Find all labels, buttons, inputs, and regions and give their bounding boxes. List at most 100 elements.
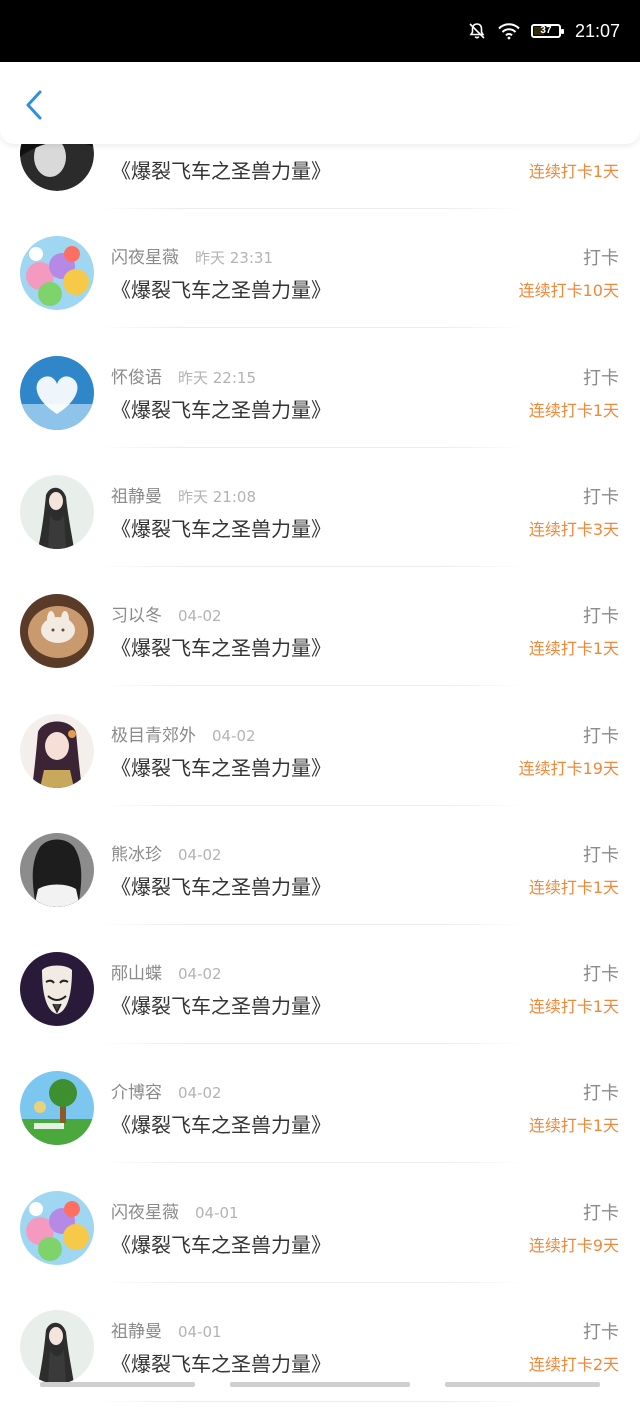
user-name: 闪夜星薇 04-01 [111,1198,239,1223]
divider [98,565,528,567]
checkin-label: 打卡 [583,367,619,389]
book-title: 《爆裂飞车之圣兽力量》 [111,1113,331,1138]
streak-badge: 连续打卡1天 [528,997,619,1017]
wifi-icon [498,23,520,40]
list-item[interactable]: 习以冬 04-02 《爆裂飞车之圣兽力量》 打卡连续打卡1天 [0,578,640,697]
book-title: 《爆裂飞车之圣兽力量》 [111,1232,331,1257]
user-name: 邴山蝶 04-02 [111,959,222,984]
user-name-text: 闪夜星薇 [111,248,179,269]
timestamp: 04-02 [212,726,256,745]
divider [98,804,528,806]
checkin-label: 打卡 [583,844,619,866]
divider [98,327,528,329]
timestamp: 04-02 [178,1084,222,1103]
user-name-text: 习以冬 [111,606,162,627]
timestamp: 04-02 [178,965,222,984]
avatar[interactable] [20,236,94,311]
status-bar: 37 21:07 [0,0,640,62]
divider [98,923,528,925]
clock: 21:07 [574,20,620,41]
user-name: 熊冰珍 04-02 [111,840,222,865]
scroll-indicator [40,1382,195,1387]
streak-badge: 连续打卡9天 [528,1235,619,1255]
checkin-label: 打卡 [583,248,619,270]
list-item[interactable]: 祖静曼 04-01 《爆裂飞车之圣兽力量》 打卡连续打卡2天 [0,1294,640,1413]
user-name-text: 怀俊语 [111,367,162,388]
avatar[interactable] [20,832,94,907]
avatar[interactable] [20,1071,94,1146]
divider [98,1043,528,1045]
user-name-text: 极目青郊外 [111,725,196,746]
list-item[interactable]: 祖静曼 昨天 21:08 《爆裂飞车之圣兽力量》 打卡连续打卡3天 [0,459,640,578]
checkin-label: 打卡 [583,606,619,628]
user-name: 祖静曼 昨天 21:08 [111,482,256,507]
user-name-text: 祖静曼 [111,1322,162,1342]
chevron-left-icon [26,90,42,120]
divider [98,685,528,687]
avatar[interactable] [20,474,94,549]
list-item[interactable]: 闪夜星薇 04-01 《爆裂飞车之圣兽力量》 打卡 连续打卡9天 [0,1175,640,1294]
streak-badge: 连续打卡1天 [528,1116,619,1136]
checkin-label: 打卡 [583,725,619,747]
user-name-text: 邴山蝶 [111,964,162,985]
streak-badge: 连续打卡3天 [528,519,619,539]
book-title: 《爆裂飞车之圣兽力量》 [111,516,331,541]
user-name: 闪夜星薇 昨天 23:31 [111,243,273,268]
list-item[interactable]: 邴山蝶 04-02 《爆裂飞车之圣兽力量》 打卡连续打卡1天 [0,936,640,1055]
timestamp: 昨天 22:15 [178,368,256,387]
user-name: 祖静曼 04-01 [111,1317,222,1342]
list-item[interactable]: 介博容 04-02 《爆裂飞车之圣兽力量》 打卡 连续打卡1天 [0,1055,640,1174]
book-title: 《爆裂飞车之圣兽力量》 [111,755,331,780]
user-name-text: 闪夜星薇 [111,1202,179,1223]
book-title: 《爆裂飞车之圣兽力量》 [111,874,331,899]
checkin-label: 打卡 [583,964,619,986]
back-button[interactable] [18,88,52,122]
book-title: 《爆裂飞车之圣兽力量》 [111,636,331,661]
avatar[interactable] [20,1310,94,1384]
divider [98,446,528,448]
avatar[interactable] [20,952,94,1027]
streak-badge: 连续打卡10天 [518,281,619,301]
book-title: 《爆裂飞车之圣兽力量》 [111,278,331,303]
divider [98,208,528,209]
battery-icon: 37 [530,24,564,38]
streak-badge: 连续打卡1天 [528,877,619,897]
timestamp: 04-01 [195,1203,239,1222]
user-name-text: 祖静曼 [111,486,162,507]
battery-level: 37 [540,25,552,36]
user-name: 介博容 04-02 [111,1078,222,1103]
streak-badge: 连续打卡2天 [528,1355,619,1374]
timestamp: 昨天 23:31 [195,249,273,268]
avatar[interactable] [20,1190,94,1265]
avatar[interactable] [20,355,94,430]
list-item[interactable]: 极目青郊外 04-02 《爆裂飞车之圣兽力量》 打卡 连续打卡19天 [0,698,640,817]
timestamp: 04-02 [178,607,222,626]
avatar[interactable] [20,594,94,669]
divider [98,1401,528,1402]
list-item[interactable]: 怀俊语 昨天 22:15 《爆裂飞车之圣兽力量》 打卡连续打卡1天 [0,340,640,459]
divider [98,1281,528,1283]
list-item[interactable]: 熊冰珍 04-02 《爆裂飞车之圣兽力量》 打卡连续打卡1天 [0,817,640,936]
streak-badge: 连续打卡1天 [528,639,619,659]
streak-badge: 连续打卡1天 [528,162,619,181]
list-item[interactable]: 闪夜星薇 昨天 23:31 《爆裂飞车之圣兽力量》 打卡连续打卡10天 [0,220,640,339]
user-name: 怀俊语 昨天 22:15 [111,363,256,388]
scroll-indicator [445,1382,600,1387]
status-icons: 37 21:07 [467,17,620,45]
checkin-label: 打卡 [583,1322,619,1343]
bell-muted-icon [469,23,485,39]
user-name: 极目青郊外 04-02 [111,721,256,746]
top-nav-bar [0,62,640,144]
book-title: 《爆裂飞车之圣兽力量》 [111,1352,331,1376]
book-title: 《爆裂飞车之圣兽力量》 [111,994,331,1019]
timestamp: 04-02 [178,845,222,864]
bottom-scroll-indicators [0,1382,640,1387]
timestamp: 04-01 [178,1323,222,1341]
book-title: 《爆裂飞车之圣兽力量》 [111,159,331,183]
book-title: 《爆裂飞车之圣兽力量》 [111,397,331,422]
avatar[interactable] [20,713,94,788]
divider [98,1162,528,1164]
user-name-text: 介博容 [111,1083,162,1104]
checkin-label: 打卡 [583,486,619,508]
streak-badge: 连续打卡1天 [528,400,619,420]
